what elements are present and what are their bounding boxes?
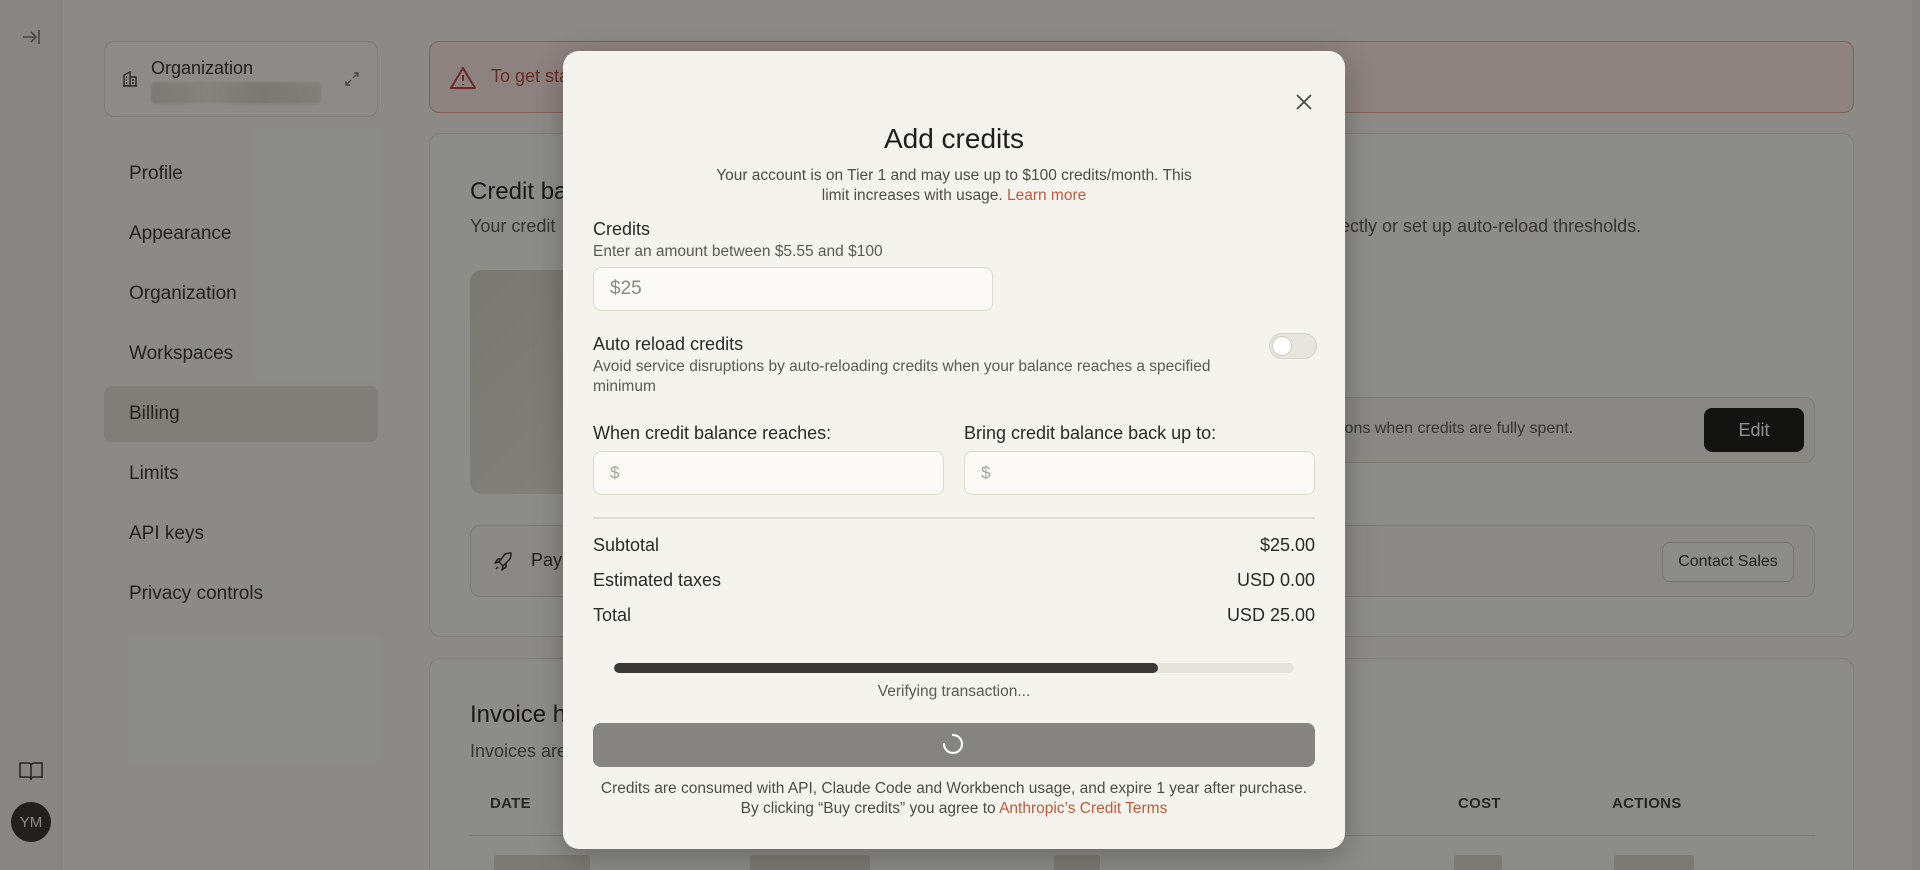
- progress-fill: [614, 663, 1158, 673]
- auto-reload-toggle[interactable]: [1269, 333, 1317, 359]
- dialog-title: Add credits: [883, 123, 1025, 154]
- credits-label: Credits: [593, 219, 651, 239]
- learn-more-link[interactable]: Learn more: [1007, 187, 1086, 204]
- credits-amount-input[interactable]: $25: [593, 267, 993, 311]
- threshold-input[interactable]: $: [593, 451, 944, 495]
- subtotal-row: Subtotal $25.00: [593, 535, 1315, 556]
- taxes-value: USD 0.00: [1236, 570, 1315, 590]
- add-credits-dialog: Add credits Your account is on Tier 1 an…: [563, 51, 1345, 849]
- loading-spinner-icon: [942, 733, 964, 755]
- dialog-description: Your account is on Tier 1 and may use up…: [704, 166, 1204, 206]
- subtotal-label: Subtotal: [593, 535, 660, 555]
- dialog-footer: Credits are consumed with API, Claude Co…: [563, 779, 1345, 819]
- terms-note: By clicking “Buy credits” you agree to A…: [563, 799, 1345, 819]
- topup-label: Bring credit balance back up to:: [964, 423, 1217, 443]
- total-value: USD 25.00: [1226, 605, 1315, 625]
- buy-credits-button[interactable]: [593, 723, 1315, 767]
- close-icon[interactable]: [1293, 91, 1315, 113]
- subtotal-value: $25.00: [1259, 535, 1315, 555]
- verification-status: Verifying transaction...: [877, 683, 1031, 700]
- taxes-row: Estimated taxes USD 0.00: [593, 570, 1315, 591]
- credits-hint: Enter an amount between $5.55 and $100: [593, 243, 883, 260]
- summary-divider: [593, 517, 1315, 519]
- credit-terms-link[interactable]: Anthropic’s Credit Terms: [999, 800, 1167, 817]
- credits-expiry-note: Credits are consumed with API, Claude Co…: [600, 780, 1308, 797]
- total-label: Total: [593, 605, 632, 625]
- topup-input[interactable]: $: [964, 451, 1315, 495]
- verification-progress-bar: [614, 663, 1294, 673]
- auto-reload-label: Auto reload credits: [593, 334, 744, 354]
- threshold-label: When credit balance reaches:: [593, 423, 832, 443]
- auto-reload-hint: Avoid service disruptions by auto-reload…: [593, 358, 1211, 395]
- taxes-label: Estimated taxes: [593, 570, 722, 590]
- total-row: Total USD 25.00: [593, 605, 1315, 626]
- toggle-knob: [1272, 336, 1292, 356]
- tier-description: Your account is on Tier 1 and may use up…: [716, 167, 1192, 204]
- terms-prefix: By clicking “Buy credits” you agree to: [740, 800, 996, 817]
